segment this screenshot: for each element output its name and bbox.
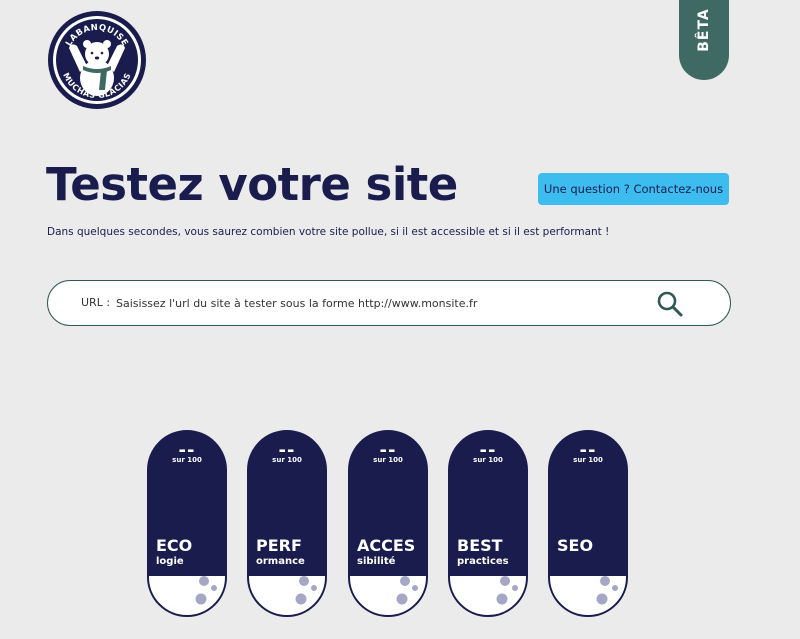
contact-button[interactable]: Une question ? Contactez-nous — [538, 173, 729, 205]
score-max: sur 100 — [272, 456, 302, 464]
gauge-title: PERF — [256, 536, 302, 555]
gauge-subtitle: sibilité — [357, 556, 396, 567]
gauge-performance: -- sur 100 PERF ormance — [247, 430, 327, 617]
score-max: sur 100 — [473, 456, 503, 464]
page-subtitle: Dans quelques secondes, vous saurez comb… — [47, 226, 610, 238]
gauge-accessibilite: -- sur 100 ACCES sibilité — [348, 430, 428, 617]
gauge-subtitle: logie — [156, 556, 184, 567]
gauge-ecologie: -- sur 100 ECO logie — [147, 430, 227, 617]
url-input[interactable] — [116, 290, 636, 316]
logo: LABANQUISE MUCHAS GLACIAS — [47, 10, 147, 110]
gauge-subtitle: ormance — [256, 556, 305, 567]
gauge-title: BEST — [457, 536, 503, 555]
gauge-title: ECO — [156, 536, 193, 555]
url-search-bar: URL : — [47, 280, 731, 326]
gauge-subtitle: practices — [457, 556, 509, 567]
gauge-best-practices: -- sur 100 BEST practices — [448, 430, 528, 617]
page-title: Testez votre site — [46, 158, 458, 211]
score-max: sur 100 — [172, 456, 202, 464]
url-label: URL : — [81, 296, 111, 309]
gauge-title: SEO — [557, 536, 594, 555]
gauge-seo: -- sur 100 SEO — [548, 430, 628, 617]
score-max: sur 100 — [373, 456, 403, 464]
search-icon[interactable] — [656, 290, 684, 318]
gauge-title: ACCES — [357, 536, 416, 555]
score-max: sur 100 — [573, 456, 603, 464]
beta-tab: BÊTA — [679, 0, 729, 80]
beta-label: BÊTA — [696, 8, 712, 52]
